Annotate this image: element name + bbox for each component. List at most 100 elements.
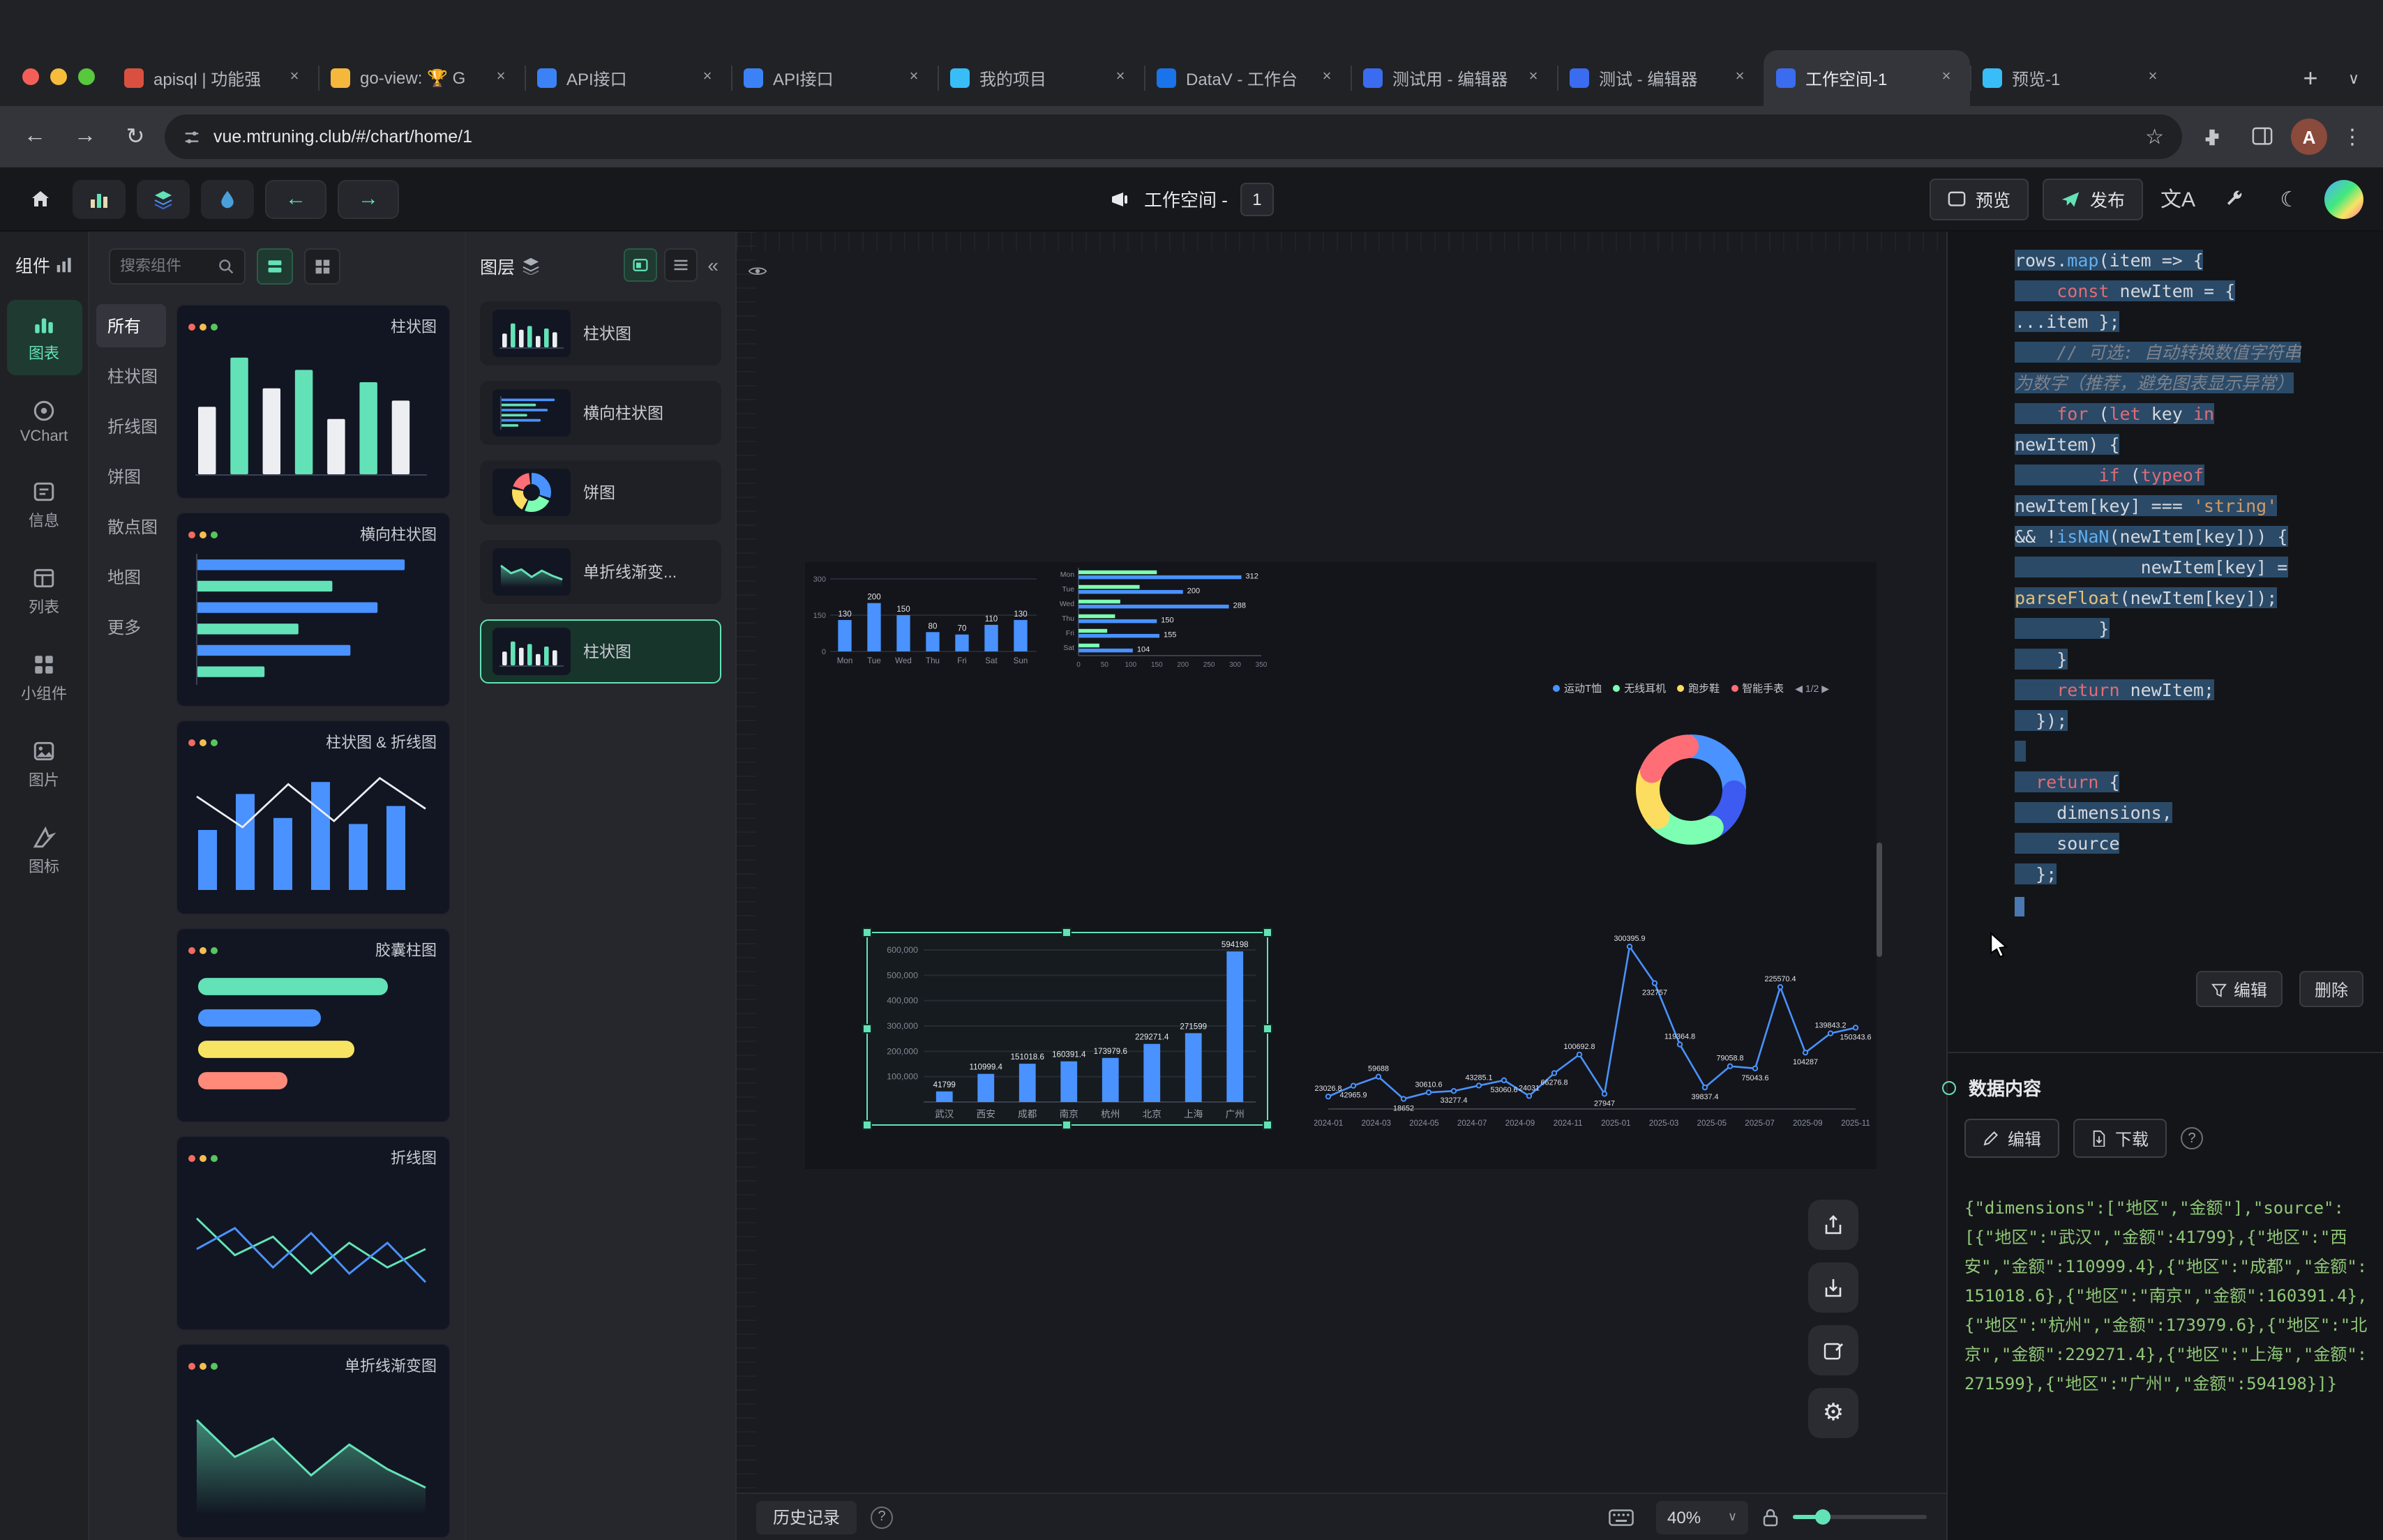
workspace-number-input[interactable]: 1 [1240,182,1274,216]
component-card[interactable]: 折线图 [176,1135,451,1331]
category-item[interactable]: 所有 [96,304,166,347]
dark-mode-moon-icon[interactable]: ☾ [2269,178,2310,220]
legend-item[interactable]: 跑步鞋 [1677,681,1720,696]
toggle-settings-panel-button[interactable] [201,179,254,218]
redo-button[interactable]: → [338,179,399,218]
sidebar-item-vchart[interactable]: VChart [6,386,82,456]
sidebar-item-list[interactable]: 列表 [6,554,82,629]
new-tab-button[interactable]: + [2291,59,2330,98]
history-button[interactable]: 历史记录 [756,1500,857,1534]
user-avatar[interactable] [2324,179,2363,218]
line-chart-widget[interactable]: 23026.842965.9596881865230610.633277.443… [1314,911,1878,1131]
data-json-content[interactable]: {"dimensions":["地区","金额"],"source":[{"地区… [1964,1194,2369,1399]
browser-tab[interactable]: API接口 × [731,50,938,106]
zoom-slider[interactable] [1793,1509,1927,1525]
forward-icon[interactable]: → [64,116,106,158]
tab-close-icon[interactable]: × [490,67,512,89]
eye-icon[interactable] [748,265,767,278]
site-settings-icon[interactable] [183,128,201,146]
export-button[interactable] [1808,1200,1858,1250]
selected-bar-chart-widget[interactable]: 600,000500,000400,000300,000200,000100,0… [866,932,1268,1126]
horizontal-bar-chart-widget[interactable]: Mon312Tue200Wed288Thu150Fri155Sat1040501… [1048,562,1292,671]
bar-chart-widget[interactable]: 3001500130Mon200Tue150Wed80Thu70Fri110Sa… [805,562,1041,668]
filter-code-editor[interactable]: rows.map(item => { const newItem = {...i… [1948,246,2383,921]
canvas-scrollbar[interactable] [1877,843,1882,957]
component-card[interactable]: 横向柱状图 [176,512,451,707]
address-bar[interactable]: vue.mtruning.club/#/chart/home/1 ☆ [165,114,2182,159]
browser-tab[interactable]: 测试用 - 编辑器 × [1351,50,1557,106]
browser-tab[interactable]: 我的项目 × [938,50,1144,106]
browser-tab[interactable]: 工作空间-1 × [1764,50,1970,106]
data-help-icon[interactable]: ? [2181,1127,2203,1149]
lock-icon[interactable] [1762,1507,1779,1527]
browser-tab[interactable]: DataV - 工作台 × [1144,50,1351,106]
legend-item[interactable]: 无线耳机 [1613,681,1666,696]
fullscreen-window-button[interactable] [78,68,95,85]
component-card[interactable]: 柱状图 & 折线图 [176,720,451,915]
filter-edit-button[interactable]: 编辑 [2196,971,2283,1007]
legend-item[interactable]: 运动T恤 [1553,681,1602,696]
resize-handle[interactable] [1062,1120,1072,1130]
resize-handle[interactable] [1263,1023,1272,1033]
minimize-window-button[interactable] [50,68,67,85]
layer-item[interactable]: 单折线渐变... [480,540,721,604]
category-item[interactable]: 柱状图 [96,354,166,398]
card-view-toggle[interactable] [257,248,293,285]
tab-search-chevron-icon[interactable]: ∨ [2336,60,2372,96]
toggle-components-panel-button[interactable] [73,179,126,218]
category-item[interactable]: 饼图 [96,455,166,498]
browser-tab[interactable]: API接口 × [525,50,731,106]
component-card[interactable]: 柱状图 [176,304,451,499]
zoom-select[interactable]: 40% ∨ [1656,1500,1748,1534]
tab-close-icon[interactable]: × [1935,67,1957,89]
resize-handle[interactable] [862,1023,872,1033]
collapse-panel-icon[interactable]: « [705,254,721,276]
browser-menu-icon[interactable]: ⋮ [2336,124,2369,149]
home-button[interactable] [20,179,61,218]
back-icon[interactable]: ← [14,116,56,158]
browser-tab[interactable]: go-view: 🏆 G × [318,50,525,106]
preview-button[interactable]: 预览 [1930,178,2029,220]
url-text[interactable]: vue.mtruning.club/#/chart/home/1 [213,127,2133,146]
close-window-button[interactable] [22,68,39,85]
translate-icon[interactable]: 文A [2157,178,2199,220]
search-input[interactable] [109,248,246,285]
tab-close-icon[interactable]: × [1316,67,1338,89]
category-item[interactable]: 折线图 [96,405,166,448]
sidebar-item-chart[interactable]: 图表 [6,300,82,375]
grid-view-toggle[interactable] [304,248,340,285]
resize-handle[interactable] [1263,1120,1272,1130]
browser-tab[interactable]: apisql | 功能强 × [112,50,318,106]
donut-chart-widget[interactable] [1625,724,1757,855]
design-canvas[interactable]: 3001500130Mon200Tue150Wed80Thu70Fri110Sa… [737,232,1946,1540]
tab-close-icon[interactable]: × [903,67,925,89]
layer-list-view-toggle[interactable] [664,248,698,282]
data-edit-button[interactable]: 编辑 [1964,1119,2059,1158]
side-panel-icon[interactable] [2241,116,2283,158]
wrench-icon[interactable] [2213,178,2255,220]
toggle-layers-panel-button[interactable] [137,179,190,218]
browser-tab[interactable]: 测试 - 编辑器 × [1557,50,1764,106]
browser-tab[interactable]: 预览-1 × [1970,50,2177,106]
extensions-puzzle-icon[interactable] [2190,116,2232,158]
category-item[interactable]: 地图 [96,555,166,598]
category-item[interactable]: 更多 [96,605,166,649]
edit-button[interactable] [1808,1325,1858,1375]
settings-button[interactable]: ⚙ [1808,1388,1858,1438]
component-card[interactable]: 胶囊柱图 [176,928,451,1123]
search-field[interactable] [120,258,211,275]
tab-close-icon[interactable]: × [1729,67,1751,89]
resize-handle[interactable] [862,928,872,937]
zoom-slider-knob[interactable] [1815,1509,1831,1525]
legend-pager[interactable]: ◀ 1/2 ▶ [1795,685,1829,695]
tab-close-icon[interactable]: × [696,67,719,89]
help-icon[interactable]: ? [871,1506,893,1528]
sidebar-item-image[interactable]: 图片 [6,727,82,802]
browser-profile-avatar[interactable]: A [2291,119,2327,155]
tab-close-icon[interactable]: × [283,67,306,89]
data-download-button[interactable]: 下载 [2073,1119,2167,1158]
bookmark-star-icon[interactable]: ☆ [2145,124,2164,149]
resize-handle[interactable] [862,1120,872,1130]
filter-delete-button[interactable]: 删除 [2299,971,2363,1007]
layer-item[interactable]: 饼图 [480,460,721,524]
